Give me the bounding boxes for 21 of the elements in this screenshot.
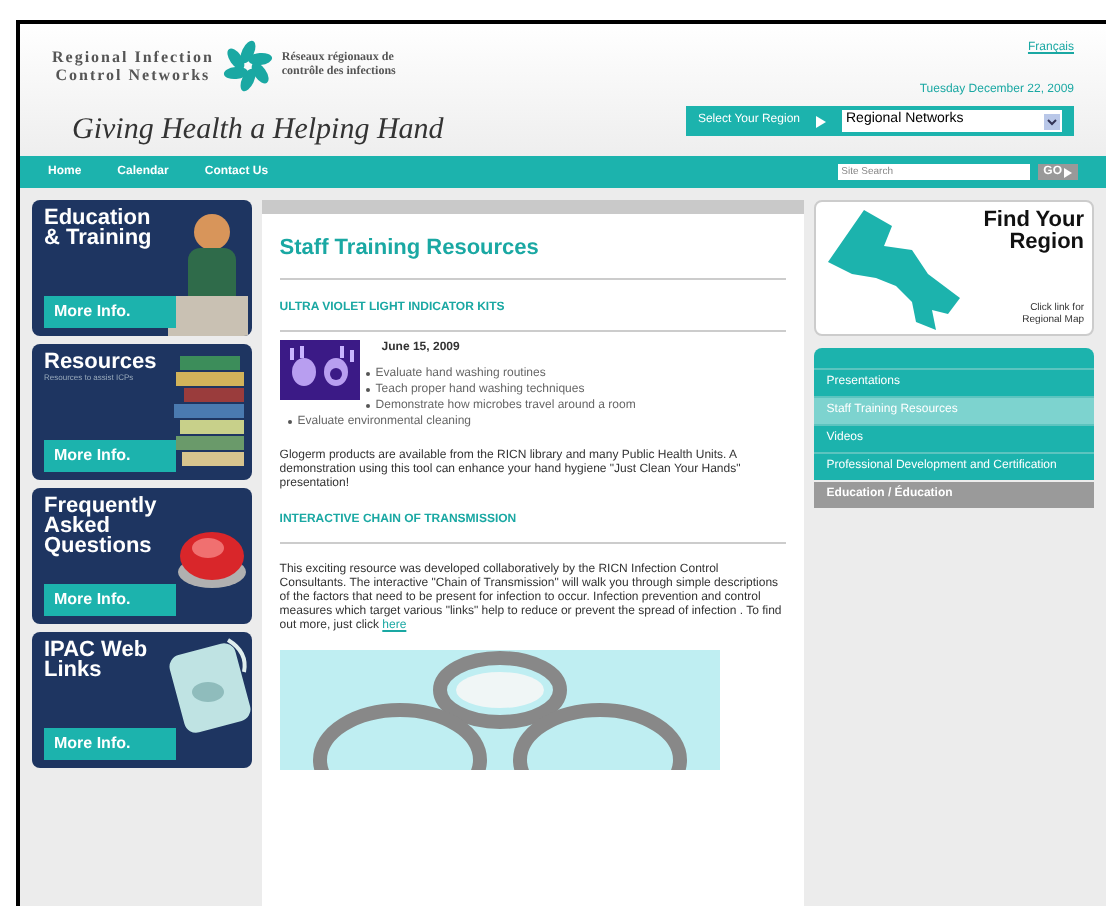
logo-text: Control Networks (55, 66, 211, 84)
promo-card[interactable]: Frequently Asked Questions More Info. (32, 488, 252, 624)
play-arrow-icon (1064, 167, 1072, 177)
tagline: Giving Health a Helping Hand (72, 112, 444, 150)
promo-title: Resources (44, 352, 159, 372)
promo-card[interactable]: IPAC Web Links More Info. (32, 632, 252, 768)
dropdown-caret-icon (1044, 113, 1060, 129)
page-title: Staff Training Resources (279, 232, 787, 279)
promo-card[interactable]: Education & Training More Info. (32, 200, 252, 336)
play-arrow-icon (816, 115, 826, 127)
more-info-button[interactable]: More Info. (44, 728, 176, 760)
more-info-button[interactable]: More Info. (44, 584, 176, 616)
find-region-title: Region (1009, 232, 1085, 254)
pinwheel-logo-icon (221, 40, 274, 92)
promo-title: Education & Training (44, 208, 154, 248)
logo-text: Regional Infection (52, 48, 214, 66)
more-info-button[interactable]: More Info. (44, 440, 176, 472)
promo-title: IPAC Web Links (44, 640, 150, 680)
find-region-title: Find Your (983, 210, 1085, 232)
more-info-button[interactable]: More Info. (44, 296, 176, 328)
promo-title: Frequently Asked Questions (44, 496, 159, 556)
